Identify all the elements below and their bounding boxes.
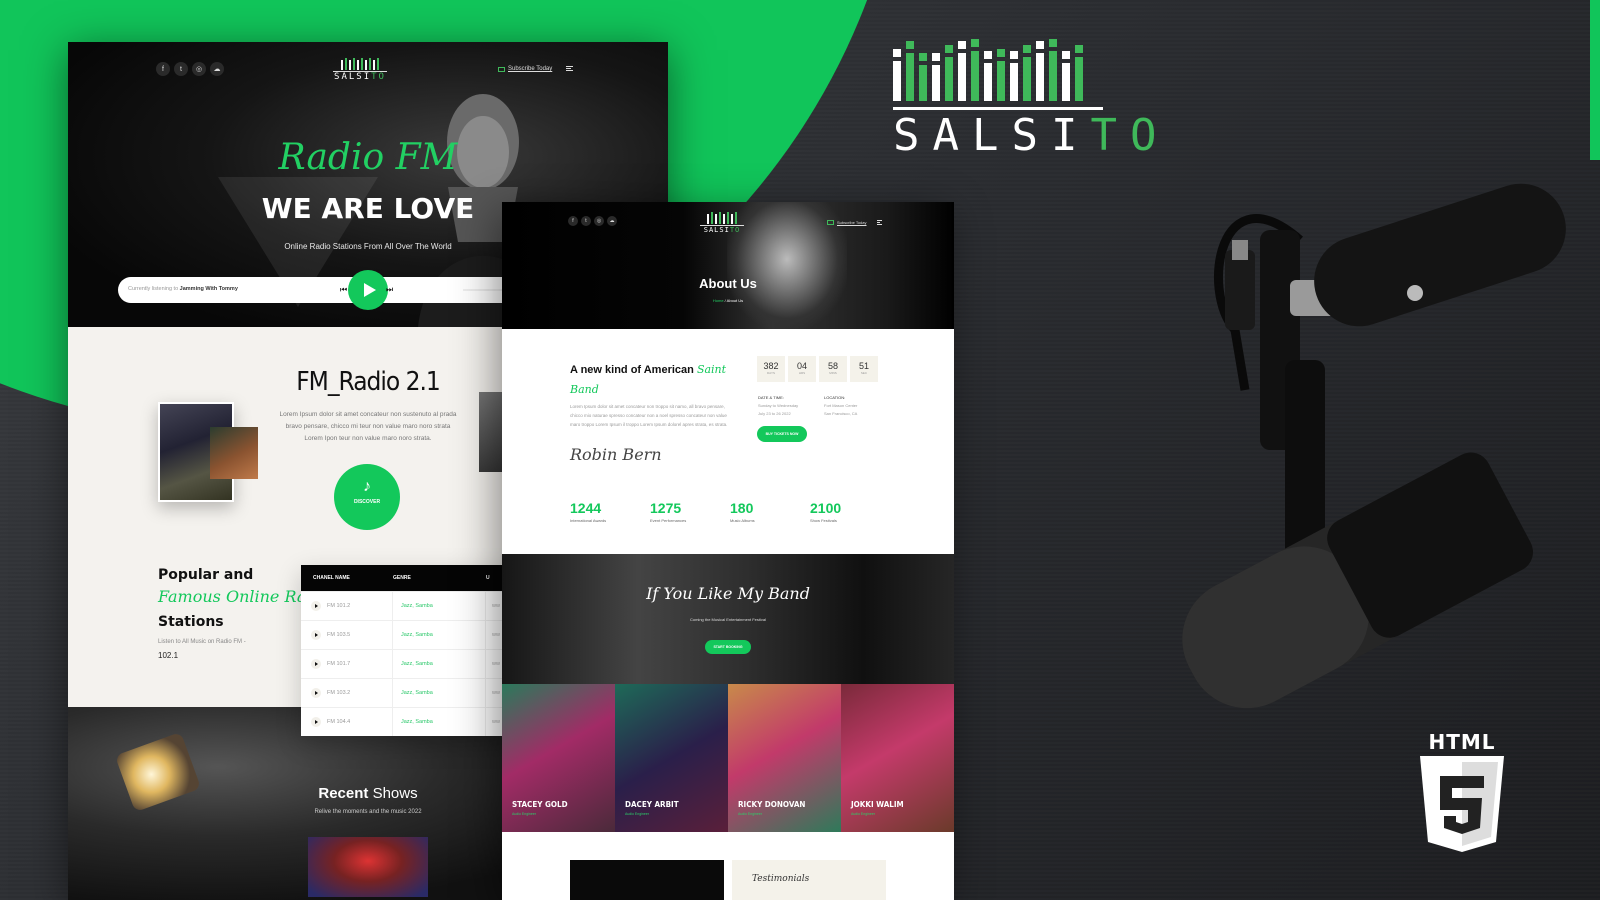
microphone-illustration [1182,183,1566,709]
play-icon[interactable] [311,659,321,669]
stations-frequency: 102.1 [158,651,179,660]
band-banner: If You Like My Band Coming the Musical E… [502,554,954,684]
testimonial-photo [570,860,724,900]
countdown-hours: 04 HRS [788,356,816,382]
testimonials-title: Testimonials [752,874,810,884]
home-navbar: f t ◎ ☁ SALSITO Subscribe Today [68,58,668,82]
twitter-icon[interactable]: t [174,62,188,76]
table-row[interactable]: FM 103.5 Jazz, Samba ww [301,620,521,649]
about-hero: f t ◎ ☁ SALSITO Subscribe Today About Us… [502,202,954,329]
play-icon[interactable] [311,717,321,727]
stations-subtext: Listen to All Music on Radio FM - [158,639,246,645]
breadcrumb-current: About Us [726,298,744,303]
signature: Robin Bern [570,445,662,464]
play-button[interactable] [348,270,388,310]
subscribe-link[interactable]: Subscribe Today [827,220,867,225]
play-icon[interactable] [311,688,321,698]
table-row[interactable]: FM 101.7 Jazz, Samba ww [301,649,521,678]
countdown-timer: 382 DAYS 04 HRS 58 MINS 51 SEC [757,356,878,382]
page-title: About Us [699,276,757,291]
play-icon[interactable] [311,601,321,611]
green-edge-accent [1590,0,1600,160]
intro-text: Lorem Ipsum dolor sit amet concateur non… [570,404,728,427]
subscribe-link[interactable]: Subscribe Today [498,66,552,72]
stat-festivals: 2100 Show Festivals [810,500,842,523]
about-navbar: f t ◎ ☁ SALSITO Subscribe Today [502,212,954,236]
about-page-preview: f t ◎ ☁ SALSITO Subscribe Today About Us… [502,202,954,900]
music-note-icon: ♪ [363,478,371,495]
social-links: f t ◎ ☁ [568,216,617,226]
hero-script-title: Radio FM [278,137,458,178]
stat-awards: 1244 International Awards [570,500,607,523]
social-links: f t ◎ ☁ [156,62,224,76]
singer-photo [210,427,258,479]
next-track-icon[interactable]: ⏭ [386,285,393,295]
table-row[interactable]: FM 104.4 Jazz, Samba ww [301,707,521,736]
soundcloud-icon[interactable]: ☁ [210,62,224,76]
table-header: CHANEL NAME GENRE U [301,565,521,591]
facebook-icon[interactable]: f [568,216,578,226]
stations-table: CHANEL NAME GENRE U FM 101.2 Jazz, Samba… [301,565,521,736]
instagram-icon[interactable]: ◎ [594,216,604,226]
recent-shows-title: Recent Shows [318,785,418,802]
html5-shield-icon [1420,756,1504,852]
stations-heading-line1: Popular and [158,567,254,583]
team-member-card[interactable]: DACEY ARBIT Audio Engineer [615,684,728,832]
site-logo[interactable]: SALSITO [700,212,744,234]
fm-radio-title: FM_Radio 2.1 [296,367,441,397]
menu-hamburger-icon[interactable] [877,220,882,226]
buy-tickets-button[interactable]: BUY TICKETS NOW [757,426,807,442]
equalizer-logo-icon [700,212,744,224]
table-row[interactable]: FM 103.2 Jazz, Samba ww [301,678,521,707]
team-member-card[interactable]: STACEY GOLD Audio Engineer [502,684,615,832]
soundcloud-icon[interactable]: ☁ [607,216,617,226]
show-thumbnail[interactable] [308,837,428,897]
countdown-days: 382 DAYS [757,356,785,382]
equalizer-bars-icon [893,39,1103,101]
countdown-seconds: 51 SEC [850,356,878,382]
table-row[interactable]: FM 101.2 Jazz, Samba ww [301,591,521,620]
menu-hamburger-icon[interactable] [566,66,573,72]
facebook-icon[interactable]: f [156,62,170,76]
html5-badge: HTML [1418,730,1506,859]
fm-radio-text: Lorem Ipsum dolor sit amet concateur non… [279,411,457,442]
equalizer-logo-icon [333,58,387,70]
intro-heading: A new kind of American Saint Band [570,363,727,396]
event-location: LOCATION: Fort Mason Center San Francisc… [824,395,858,416]
envelope-icon [498,66,505,72]
spotlight-image [114,731,202,813]
team-member-card[interactable]: RICKY DONOVAN Audio Engineer [728,684,841,832]
countdown-minutes: 58 MINS [819,356,847,382]
breadcrumb-home[interactable]: Home [713,298,724,303]
html5-label: HTML [1428,730,1496,754]
site-logo[interactable]: SALSITO [333,58,387,82]
recent-shows-subtitle: Relive the moments and the music 2022 [314,809,422,815]
team-member-card[interactable]: JOKKI WALIM Audio Engineer [841,684,954,832]
start-booking-button[interactable]: START BOOKING [705,640,751,654]
twitter-icon[interactable]: t [581,216,591,226]
breadcrumb: Home / About Us [712,298,744,303]
instagram-icon[interactable]: ◎ [192,62,206,76]
event-date: DATE & TIME: Sunday to Wednesday July 23… [758,395,799,416]
envelope-icon [827,220,834,225]
previous-track-icon[interactable]: ⏮ [340,285,347,295]
band-subtitle: Coming the Musical Entertainment Festiva… [689,617,767,622]
discover-button[interactable]: ♪ DISCOVER [334,464,400,530]
stats-row: 1244 International Awards 1275 Event Perfo… [570,500,890,523]
team-grid: STACEY GOLD Audio Engineer DACEY ARBIT Aud… [502,684,954,832]
stat-albums: 180 Music Albums [730,500,755,523]
band-title: If You Like My Band [646,584,810,603]
stations-heading-line2: Stations [158,614,224,630]
now-playing: Currently listening to Jamming With Tomm… [128,286,238,292]
stat-performances: 1275 Event Performances [650,500,687,523]
testimonials-card: Testimonials [732,860,886,900]
play-icon[interactable] [311,630,321,640]
